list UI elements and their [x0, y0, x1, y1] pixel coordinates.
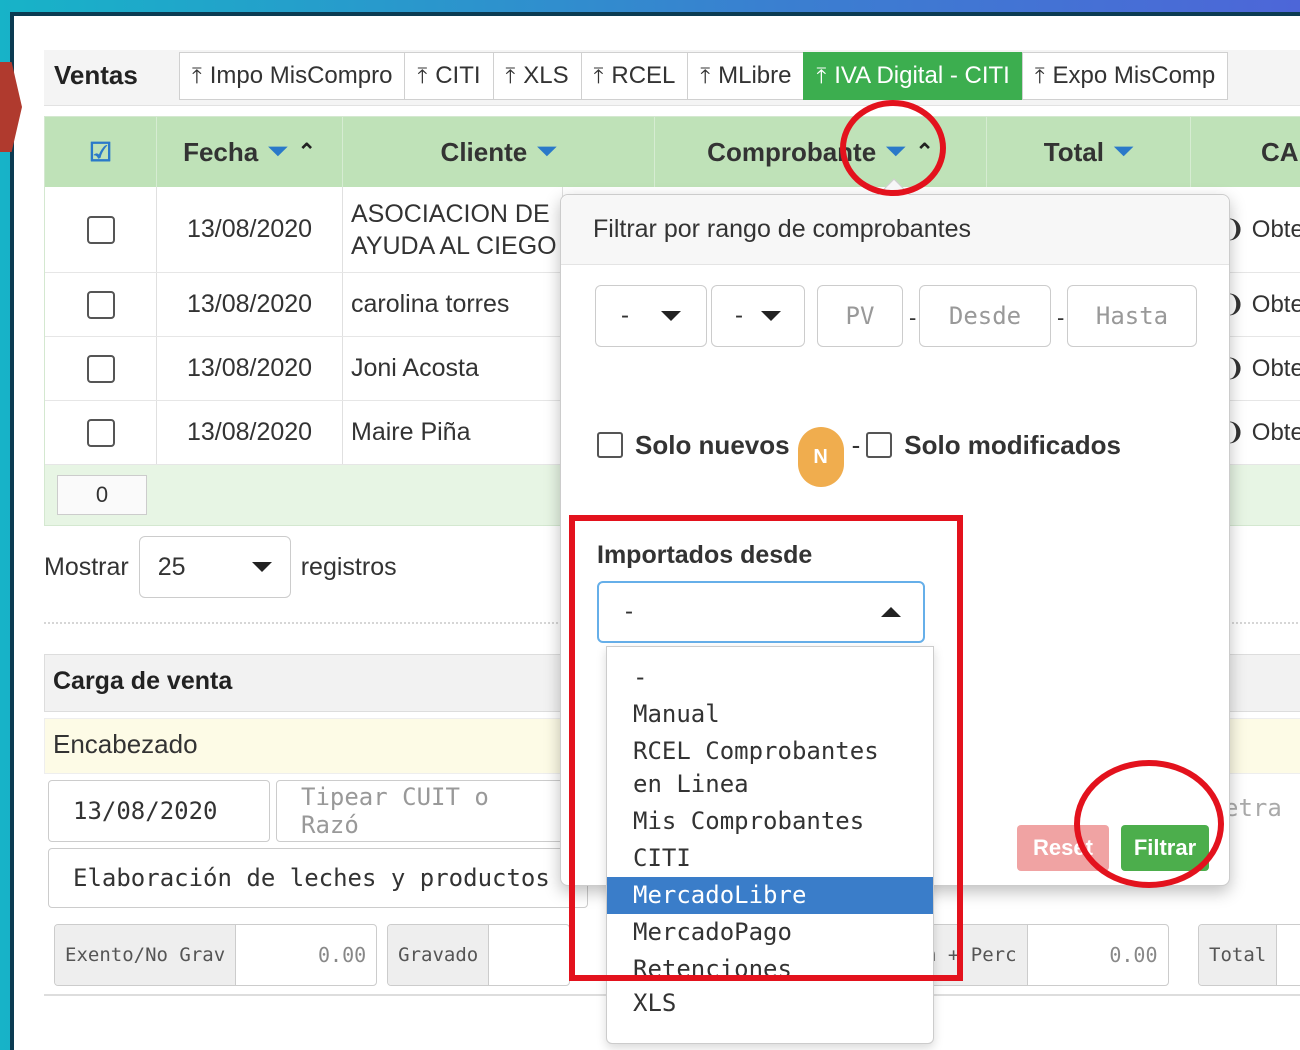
tab-xls[interactable]: ⤒ XLS	[492, 52, 582, 100]
highlight-circle	[1074, 760, 1224, 888]
tab-mlibre[interactable]: ⤒ MLibre	[687, 52, 805, 100]
total-field[interactable]: Total	[1198, 924, 1300, 986]
solo-modificados-label: Solo modificados	[904, 429, 1121, 460]
row-checkbox[interactable]	[86, 290, 115, 319]
tab-impo-miscompro[interactable]: ⤒ Impo MisCompro	[179, 52, 406, 100]
obtener-cae-link[interactable]: ❩ Obte	[1225, 401, 1300, 464]
select-all-checkbox[interactable]: ☑	[45, 117, 157, 187]
new-modified-filters: Solo nuevos N - Solo modificados	[597, 415, 1121, 487]
export-icon: ⤒	[816, 63, 827, 88]
solo-nuevos-label: Solo nuevos	[635, 429, 790, 460]
chevron-down-icon	[661, 311, 681, 321]
filter-icon[interactable]: ⏷	[537, 138, 556, 166]
pv-input[interactable]: PV	[817, 285, 903, 347]
cell-cliente: ASOCIACION DE AYUDA AL CIEGO	[343, 187, 563, 272]
app-window: Ventas ⤒ Impo MisCompro ⤒ CITI ⤒ XLS ⤒ RCEL …	[10, 12, 1300, 1050]
sort-asc-icon[interactable]: ⌃	[297, 139, 315, 165]
cell-fecha: 13/08/2020	[157, 401, 343, 464]
letra-input[interactable]: etra	[1224, 794, 1282, 822]
page-size-control: Mostrar 25 registros	[44, 536, 397, 598]
hasta-input[interactable]: Hasta	[1067, 285, 1197, 347]
filter-icon[interactable]: ⏷	[268, 138, 287, 166]
row-checkbox[interactable]	[86, 354, 115, 383]
highlight-circle	[840, 100, 946, 196]
page-title: Ventas	[54, 60, 138, 90]
solo-modificados-checkbox[interactable]	[866, 432, 893, 458]
export-tabs: ⤒ Impo MisCompro ⤒ CITI ⤒ XLS ⤒ RCEL ⤒ MLibre…	[179, 52, 1229, 100]
gravado-field[interactable]: Gravado	[387, 924, 571, 986]
new-badge: N	[797, 427, 844, 487]
import-icon: ⤒	[192, 63, 202, 88]
tab-expo-miscomp[interactable]: ⤒ Expo MisComp	[1021, 52, 1229, 100]
date-field[interactable]: 13/08/2020	[48, 780, 270, 842]
tipo-select[interactable]: -	[595, 285, 707, 347]
row-checkbox[interactable]	[86, 418, 115, 447]
col-total[interactable]: Total ⏷	[987, 117, 1191, 187]
solo-nuevos-checkbox[interactable]	[597, 432, 623, 458]
tab-iva-digital-citi[interactable]: ⤒ IVA Digital - CITI	[803, 52, 1023, 100]
cell-fecha: 13/08/2020	[157, 337, 343, 400]
desde-input[interactable]: Desde	[919, 285, 1051, 347]
exento-field[interactable]: Exento/No Grav 0.00	[54, 924, 378, 986]
highlight-box	[569, 515, 963, 981]
letra-select[interactable]: -	[711, 285, 805, 347]
import-icon: ⤒	[417, 63, 428, 88]
chevron-down-icon	[251, 562, 272, 572]
chevron-down-icon	[761, 311, 781, 321]
obtener-cae-link[interactable]: ❩ Obte	[1225, 273, 1300, 336]
selected-count: 0	[57, 475, 147, 515]
import-icon: ⤒	[700, 63, 711, 88]
page-size-select[interactable]: 25	[138, 536, 291, 598]
check-square-icon: ☑	[88, 136, 113, 167]
col-cliente[interactable]: Cliente ⏷	[343, 117, 655, 187]
col-cae[interactable]: CAE	[1191, 117, 1300, 187]
cell-fecha: 13/08/2020	[157, 273, 343, 336]
export-icon: ⤒	[1034, 63, 1045, 88]
import-icon: ⤒	[505, 63, 516, 88]
option-xls[interactable]: XLS	[607, 985, 933, 1022]
totals-row: Exento/No Grav 0.00 Gravado	[54, 924, 571, 986]
obtener-cae-link[interactable]: ❩ Obte	[1225, 337, 1300, 400]
cuit-input[interactable]: Tipear CUIT o Razó	[276, 780, 576, 842]
ventas-toolbar: Ventas ⤒ Impo MisCompro ⤒ CITI ⤒ XLS ⤒ RCEL …	[44, 50, 1300, 106]
row-checkbox[interactable]	[86, 215, 115, 244]
tab-rcel[interactable]: ⤒ RCEL	[580, 52, 689, 100]
import-icon: ⤒	[593, 63, 604, 88]
obtener-cae-link[interactable]: ❩ Obte	[1225, 187, 1300, 272]
tab-citi[interactable]: ⤒ CITI	[404, 52, 494, 100]
table-header: ☑ Fecha ⏷ ⌃ Cliente ⏷ Comprobante ⏷ ⌃ To…	[45, 117, 1300, 187]
cell-fecha: 13/08/2020	[157, 187, 343, 272]
col-fecha[interactable]: Fecha ⏷ ⌃	[157, 117, 343, 187]
filter-icon[interactable]: ⏷	[1114, 138, 1133, 166]
activity-field[interactable]: Elaboración de leches y productos	[48, 848, 588, 908]
